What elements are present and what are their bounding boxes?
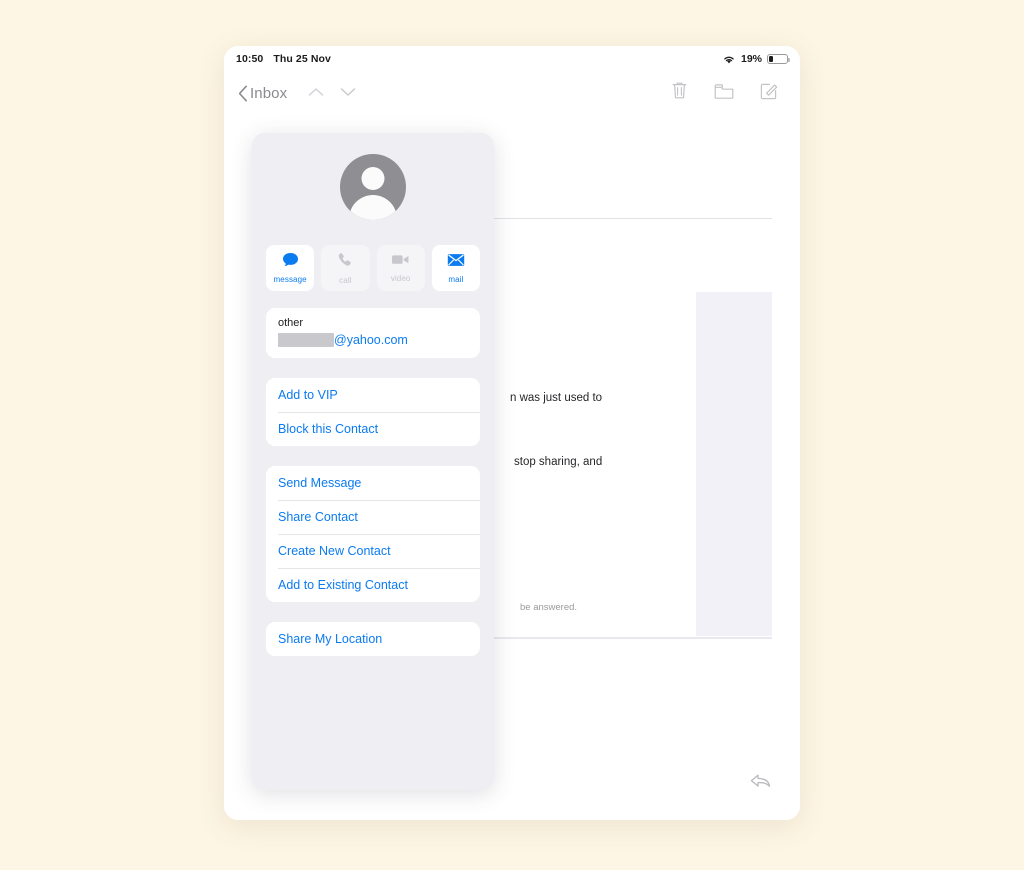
- chevron-up-icon: [308, 84, 324, 102]
- envelope-icon: [447, 253, 465, 272]
- tablet-device-screen: 10:50 Thu 25 Nov 19% Inbox n was just us…: [224, 46, 800, 820]
- status-date: Thu 25 Nov: [273, 53, 331, 65]
- contact-actions-group: Send Message Share Contact Create New Co…: [266, 466, 480, 602]
- redacted-address-block: [278, 333, 334, 347]
- chevron-down-icon: [340, 84, 356, 102]
- chevron-left-icon: [238, 85, 250, 102]
- folder-icon: [714, 83, 734, 104]
- create-new-contact-button[interactable]: Create New Contact: [266, 534, 480, 568]
- battery-percent: 19%: [740, 53, 762, 65]
- back-label: Inbox: [250, 84, 288, 102]
- message-action-label: message: [273, 275, 307, 284]
- contact-avatar-area: [252, 133, 494, 241]
- back-button[interactable]: Inbox: [238, 85, 299, 102]
- move-to-folder-button[interactable]: [714, 83, 734, 104]
- message-body-side-panel: [696, 292, 772, 636]
- mail-action-label: mail: [448, 274, 464, 284]
- trash-icon: [671, 81, 688, 105]
- compose-button[interactable]: [760, 82, 778, 105]
- message-action-button[interactable]: message: [266, 245, 315, 291]
- body-text-fragment: n was just used to: [510, 392, 603, 404]
- add-to-vip-button[interactable]: Add to VIP: [266, 378, 480, 412]
- add-to-existing-contact-button[interactable]: Add to Existing Contact: [266, 568, 480, 602]
- video-camera-icon: [391, 253, 410, 271]
- block-contact-button[interactable]: Block this Contact: [266, 412, 480, 446]
- contact-action-row: message call video mail: [252, 245, 494, 291]
- status-bar: 10:50 Thu 25 Nov 19%: [224, 46, 800, 72]
- send-message-button[interactable]: Send Message: [266, 466, 480, 500]
- share-my-location-button[interactable]: Share My Location: [266, 622, 480, 656]
- reply-button[interactable]: [748, 770, 774, 796]
- message-bubble-icon: [282, 252, 299, 272]
- share-contact-button[interactable]: Share Contact: [266, 500, 480, 534]
- body-text-fragment: be answered.: [520, 602, 578, 613]
- call-action-label: call: [339, 275, 352, 285]
- contact-popover: message call video mail other @yahoo.com…: [252, 133, 494, 790]
- person-placeholder-icon: [340, 154, 406, 220]
- mail-action-button[interactable]: mail: [431, 245, 480, 291]
- video-action-button[interactable]: video: [376, 245, 425, 291]
- next-message-button[interactable]: [333, 82, 363, 104]
- phone-icon: [337, 252, 353, 273]
- status-time: 10:50: [236, 53, 264, 65]
- video-action-label: video: [390, 274, 411, 283]
- previous-message-button[interactable]: [301, 82, 331, 104]
- battery-icon: [767, 53, 791, 65]
- navigation-bar: Inbox: [224, 72, 800, 114]
- contact-email-row[interactable]: other @yahoo.com: [266, 308, 480, 358]
- call-action-button[interactable]: call: [321, 245, 370, 291]
- email-address-value: @yahoo.com: [278, 333, 468, 347]
- contact-email-group: other @yahoo.com: [266, 308, 480, 358]
- wifi-icon: [722, 54, 736, 65]
- delete-message-button[interactable]: [671, 81, 688, 105]
- body-text-fragment: stop sharing, and: [514, 456, 603, 468]
- vip-actions-group: Add to VIP Block this Contact: [266, 378, 480, 446]
- compose-icon: [760, 82, 778, 105]
- email-kind-label: other: [278, 317, 304, 329]
- location-actions-group: Share My Location: [266, 622, 480, 656]
- reply-arrow-icon: [749, 771, 773, 796]
